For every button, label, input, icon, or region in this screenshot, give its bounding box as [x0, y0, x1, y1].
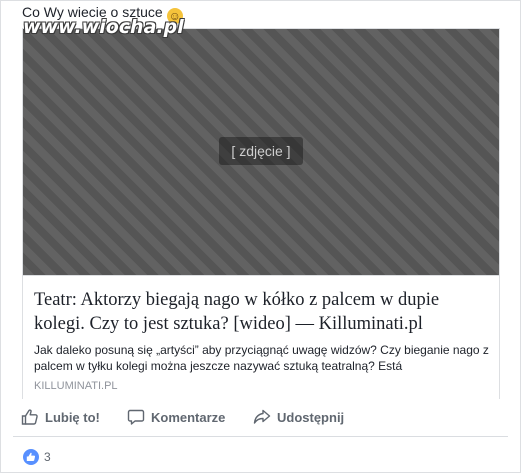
comment-button[interactable]: Komentarze: [127, 405, 225, 429]
action-bar: Lubię to! Komentarze Udostępnij: [13, 401, 508, 433]
link-description: Jak daleko posuną się „artyści” aby przy…: [34, 343, 489, 373]
link-preview-body[interactable]: Teatr: Aktorzy biegają nago w kółko z pa…: [23, 275, 499, 399]
like-button[interactable]: Lubię to!: [21, 405, 100, 429]
like-reaction-icon: [23, 449, 39, 465]
link-domain: KILLUMINATI.PL: [34, 380, 118, 392]
image-placeholder: [ zdjęcie ]: [23, 137, 499, 165]
facebook-post: Co Wy wiecie o sztuce ☺ www.wiocha.pl [ z…: [0, 0, 521, 473]
reactions-summary[interactable]: 3: [23, 448, 51, 466]
comment-label: Komentarze: [151, 409, 226, 425]
comment-icon: [127, 409, 145, 425]
link-title[interactable]: Teatr: Aktorzy biegają nago w kółko z pa…: [34, 288, 490, 336]
watermark: www.wiocha.pl: [23, 16, 184, 38]
reaction-count: 3: [44, 450, 51, 464]
share-arrow-icon: [253, 409, 271, 424]
share-button[interactable]: Udostępnij: [253, 405, 344, 429]
thumbs-up-icon: [21, 409, 38, 425]
link-preview-card[interactable]: [ zdjęcie ] Teatr: Aktorzy biegają nago …: [22, 28, 500, 399]
divider: [13, 436, 508, 437]
share-label: Udostępnij: [277, 409, 345, 425]
like-label: Lubię to!: [45, 409, 100, 425]
link-preview-image[interactable]: [ zdjęcie ]: [23, 29, 499, 275]
